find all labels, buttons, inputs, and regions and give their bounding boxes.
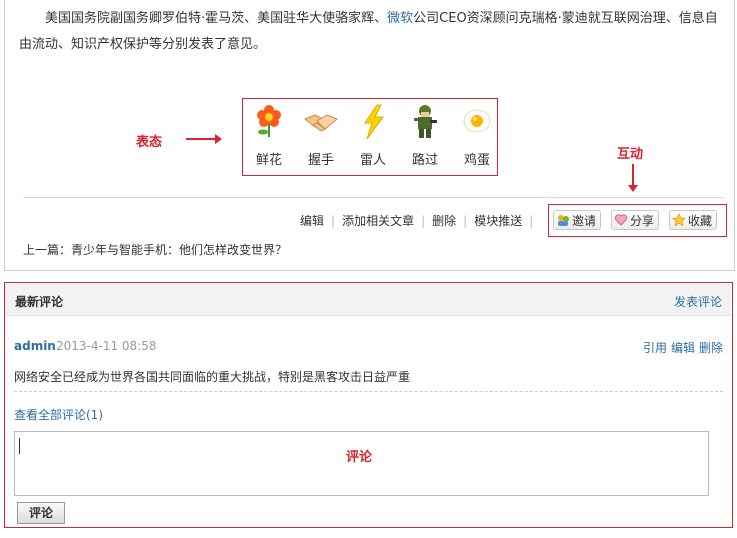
invite-icon (558, 215, 569, 226)
reactions-panel: 鲜花 握手 雷人 路过 鸡蛋 (242, 98, 498, 176)
comments-panel: 最新评论 发表评论 admin 2013-4-11 08:58 引用 编辑 删除 网… (4, 282, 733, 528)
reaction-label: 路过 (411, 153, 438, 168)
flower-icon (257, 105, 281, 137)
delete-comment-link[interactable]: 删除 (699, 341, 723, 355)
soldier-icon (414, 105, 437, 138)
quote-comment-link[interactable]: 引用 (643, 341, 667, 355)
article-link-microsoft[interactable]: 微软 (387, 11, 413, 26)
article-panel: 美国国务院副国务卿罗伯特·霍马茨、美国驻华大使骆家辉、微软公司CEO资深顾问克瑞… (4, 0, 735, 271)
egg-icon (463, 109, 491, 133)
invite-label: 邀请 (572, 213, 597, 228)
reaction-passerby[interactable]: 路过 (403, 103, 447, 168)
reactions-annotation: 表态 (136, 135, 163, 150)
reaction-handshake[interactable]: 握手 (299, 103, 343, 168)
add-related-link[interactable]: 添加相关文章 (342, 214, 414, 228)
comment-author[interactable]: admin (14, 339, 56, 353)
share-label: 分享 (630, 213, 655, 228)
reaction-egg[interactable]: 鸡蛋 (455, 103, 499, 168)
share-button[interactable]: 分享 (611, 210, 660, 230)
prev-article-link[interactable]: 上一篇：青少年与智能手机：他们怎样改变世界？ (23, 241, 287, 258)
delete-article-link[interactable]: 删除 (432, 214, 456, 228)
comments-header: 最新评论 发表评论 (6, 284, 731, 316)
reaction-label: 雷人 (359, 153, 386, 168)
comments-title: 最新评论 (15, 295, 64, 309)
divider (23, 197, 723, 198)
heart-icon (614, 214, 628, 226)
reactions-annotation-arrow (186, 134, 222, 144)
admin-actions: 编辑 | 添加相关文章 | 删除 | 模块推送 | (300, 214, 534, 228)
view-all-comments-link[interactable]: 查看全部评论(1) (14, 406, 103, 423)
handshake-icon (304, 114, 338, 132)
interaction-annotation-arrow (628, 164, 638, 192)
edit-article-link[interactable]: 编辑 (300, 214, 324, 228)
edit-comment-link[interactable]: 编辑 (671, 341, 695, 355)
reaction-lightning[interactable]: 雷人 (351, 103, 395, 168)
reaction-flower[interactable]: 鲜花 (247, 103, 291, 168)
comment-ops: 引用 编辑 删除 (639, 339, 723, 356)
favorite-button[interactable]: 收藏 (669, 210, 718, 230)
comment-time: 2013-4-11 08:58 (56, 339, 157, 353)
article-text-start: 美国国务院副国务卿罗伯特·霍马茨、美国驻华大使骆家辉、 (45, 11, 388, 26)
text-caret (19, 438, 20, 454)
interaction-annotation: 互动 (617, 147, 644, 162)
submit-comment-button[interactable]: 评论 (17, 502, 65, 524)
comment-body: 网络安全已经成为世界各国共同面临的重大挑战，特别是黑客攻击日益严重 (14, 370, 411, 384)
comment-divider (14, 391, 723, 392)
module-push-link[interactable]: 模块推送 (474, 214, 522, 228)
post-comment-link[interactable]: 发表评论 (674, 293, 722, 310)
interaction-panel: 邀请 分享 收藏 (548, 204, 727, 237)
lightning-icon (364, 104, 384, 140)
comment-annotation: 评论 (346, 450, 373, 465)
comment-input[interactable]: 评论 (14, 431, 709, 496)
invite-button[interactable]: 邀请 (553, 210, 602, 230)
star-icon (672, 213, 686, 227)
reaction-label: 握手 (307, 153, 334, 168)
reaction-label: 鸡蛋 (463, 153, 490, 168)
article-paragraph: 美国国务院副国务卿罗伯特·霍马茨、美国驻华大使骆家辉、微软公司CEO资深顾问克瑞… (19, 6, 723, 58)
favorite-label: 收藏 (688, 213, 713, 228)
reaction-label: 鲜花 (255, 153, 282, 168)
